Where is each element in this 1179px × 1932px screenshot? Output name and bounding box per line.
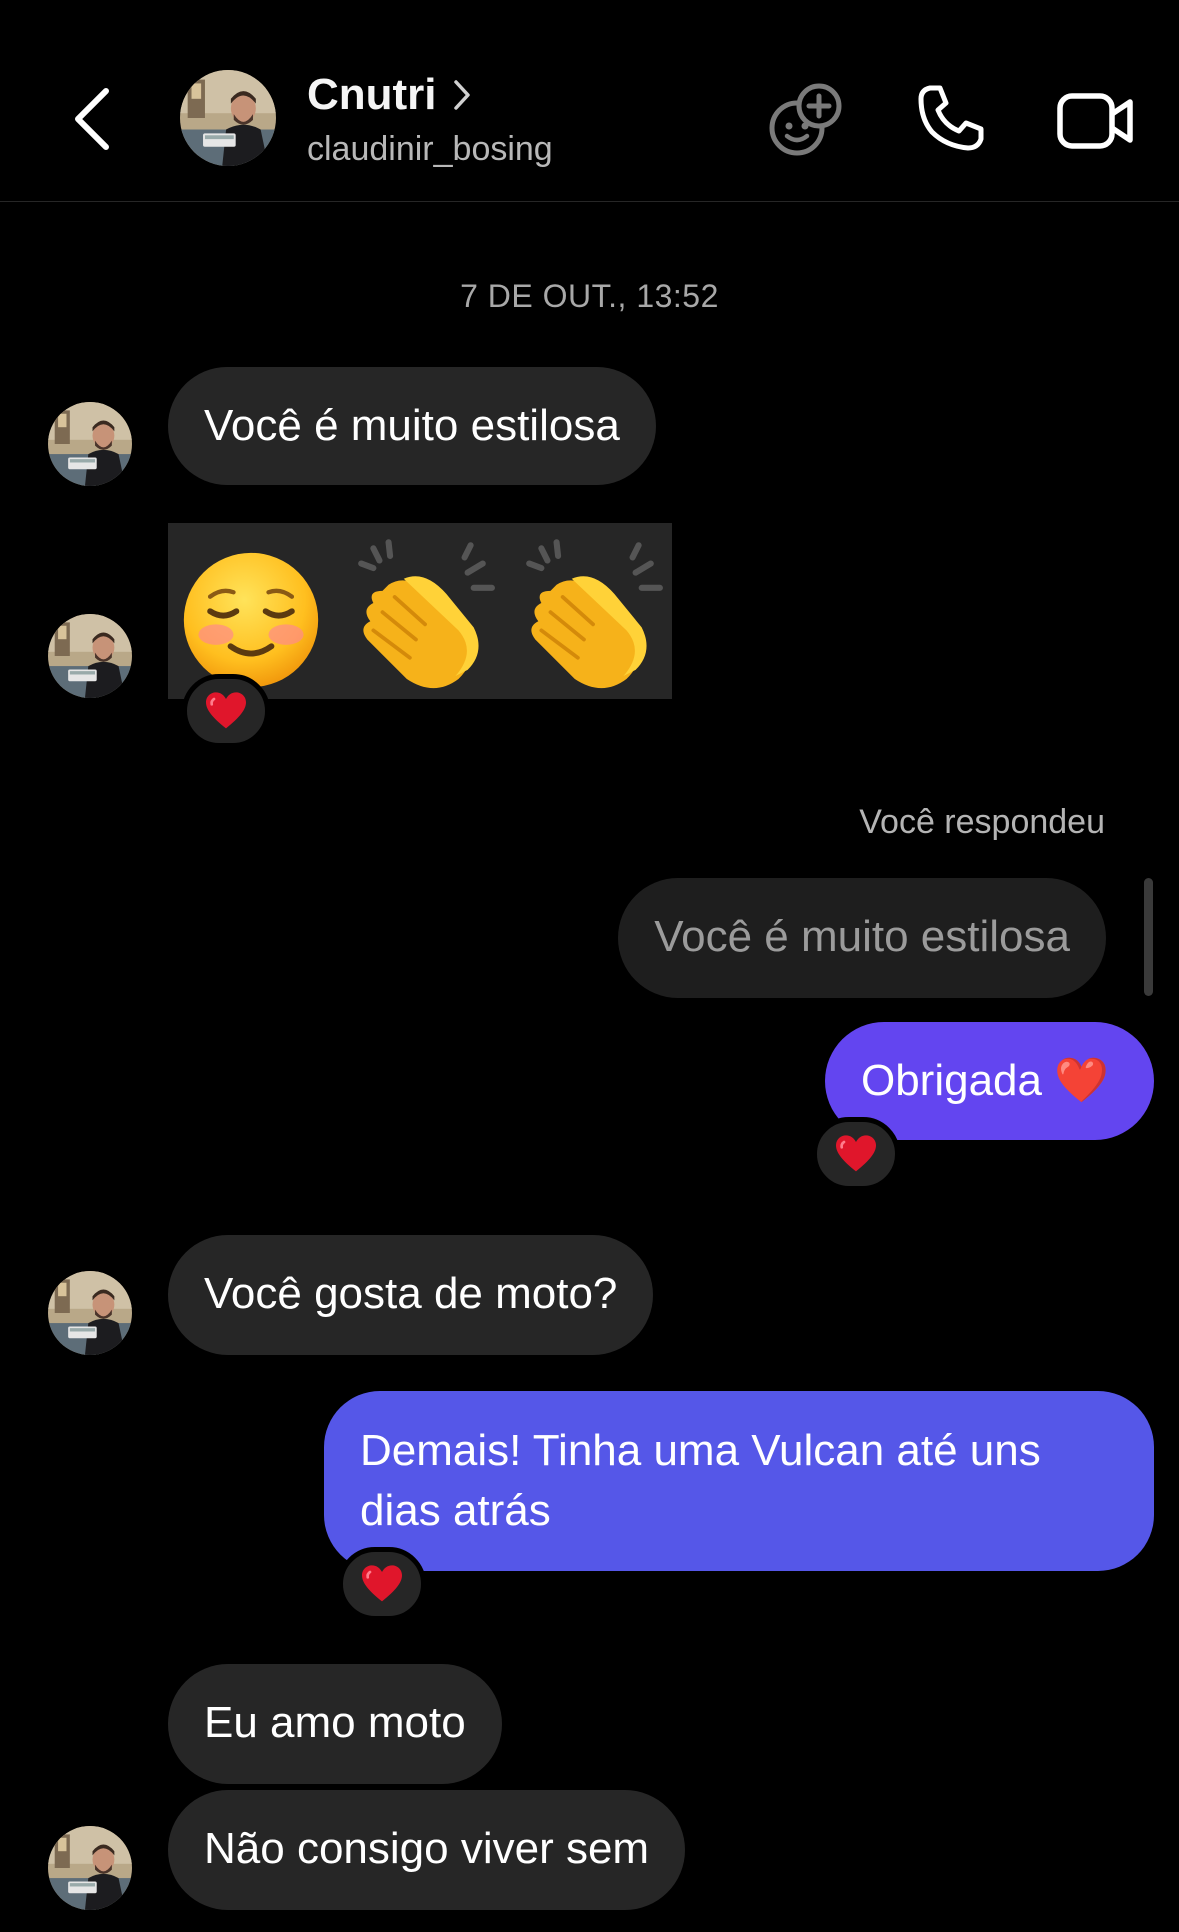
message-text: Você é muito estilosa <box>204 401 620 450</box>
contact-username: claudinir_bosing <box>307 130 553 168</box>
sender-avatar[interactable] <box>48 1826 132 1910</box>
video-camera-icon[interactable] <box>1055 85 1135 157</box>
incoming-message-bubble[interactable]: Não consigo viver sem <box>168 1790 686 1910</box>
sender-avatar[interactable] <box>48 402 132 486</box>
incoming-message-bubble[interactable]: Eu amo moto <box>168 1664 502 1784</box>
emoji-message[interactable] <box>168 523 672 699</box>
clapping-hands-emoji-icon <box>526 539 663 689</box>
conversation-timestamp: 7 DE OUT., 13:52 <box>460 278 719 314</box>
heart-reaction[interactable] <box>812 1117 900 1191</box>
contact-name[interactable]: Cnutri <box>307 70 471 120</box>
heart-icon <box>360 1564 404 1604</box>
clapping-hands-emoji-icon <box>358 539 495 689</box>
quoted-message-text: Você é muito estilosa <box>654 912 1070 961</box>
message-text: Demais! Tinha uma Vulcan até uns dias at… <box>360 1426 1041 1535</box>
reply-indicator-bar <box>1144 878 1153 996</box>
incoming-message-bubble[interactable]: Você gosta de moto? <box>168 1235 654 1355</box>
message-text: Você gosta de moto? <box>204 1269 618 1318</box>
outgoing-message-bubble[interactable]: Demais! Tinha uma Vulcan até uns dias at… <box>324 1391 1154 1571</box>
quoted-message-bubble[interactable]: Você é muito estilosa <box>618 878 1106 998</box>
contact-name-text: Cnutri <box>307 70 437 119</box>
phone-icon[interactable] <box>915 82 987 154</box>
sender-avatar[interactable] <box>48 1271 132 1355</box>
incoming-message-bubble[interactable]: Você é muito estilosa <box>168 367 656 485</box>
heart-icon <box>834 1134 878 1174</box>
chat-header: Cnutri claudinir_bosing <box>0 0 1179 202</box>
heart-reaction[interactable] <box>338 1547 426 1621</box>
back-chevron-icon <box>75 88 109 150</box>
message-text: Não consigo viver sem <box>204 1824 650 1873</box>
sender-avatar[interactable] <box>48 614 132 698</box>
message-text: Eu amo moto <box>204 1698 466 1747</box>
heart-reaction[interactable] <box>182 674 270 748</box>
add-friend-group-icon[interactable] <box>765 80 845 160</box>
heart-icon <box>204 691 248 731</box>
replied-label: Você respondeu <box>859 803 1105 841</box>
smiling-face-emoji-icon <box>183 552 319 688</box>
back-button[interactable] <box>62 80 122 158</box>
contact-avatar[interactable] <box>180 70 276 166</box>
chevron-right-icon <box>453 79 471 111</box>
message-text: Obrigada ❤️ <box>860 1056 1109 1105</box>
